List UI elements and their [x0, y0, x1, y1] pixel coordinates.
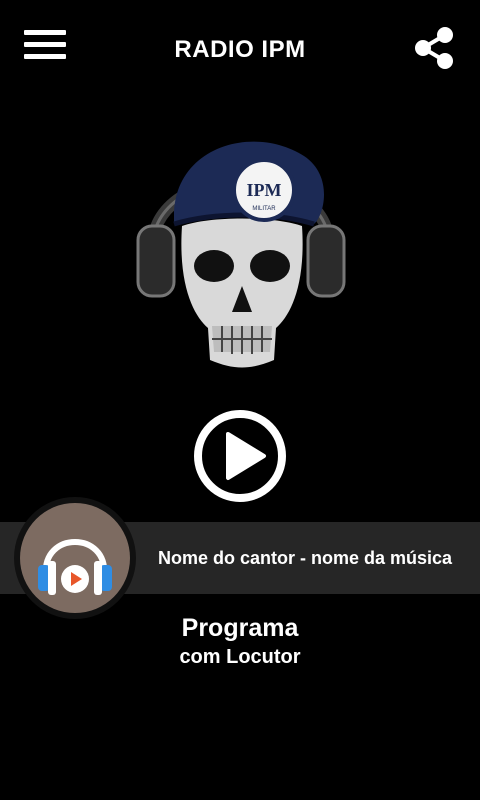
- now-playing-text: Nome do cantor - nome da música: [157, 548, 453, 568]
- app-title: RADIO IPM: [174, 36, 306, 63]
- headphones-play-icon: [38, 539, 112, 595]
- play-button[interactable]: [192, 408, 288, 504]
- station-logo: IPM MILITAR: [134, 116, 348, 374]
- badge-text: IPM: [247, 180, 282, 200]
- play-icon: [194, 410, 286, 502]
- announcer-name: com Locutor: [179, 646, 301, 668]
- program-name: Programa: [181, 614, 299, 642]
- share-button[interactable]: [414, 26, 454, 70]
- skull-logo-icon: IPM MILITAR: [136, 141, 346, 368]
- badge-subtext: MILITAR: [252, 206, 276, 212]
- album-cover: [14, 497, 136, 619]
- top-bar: RADIO IPM: [0, 0, 480, 100]
- share-icon: [415, 27, 453, 69]
